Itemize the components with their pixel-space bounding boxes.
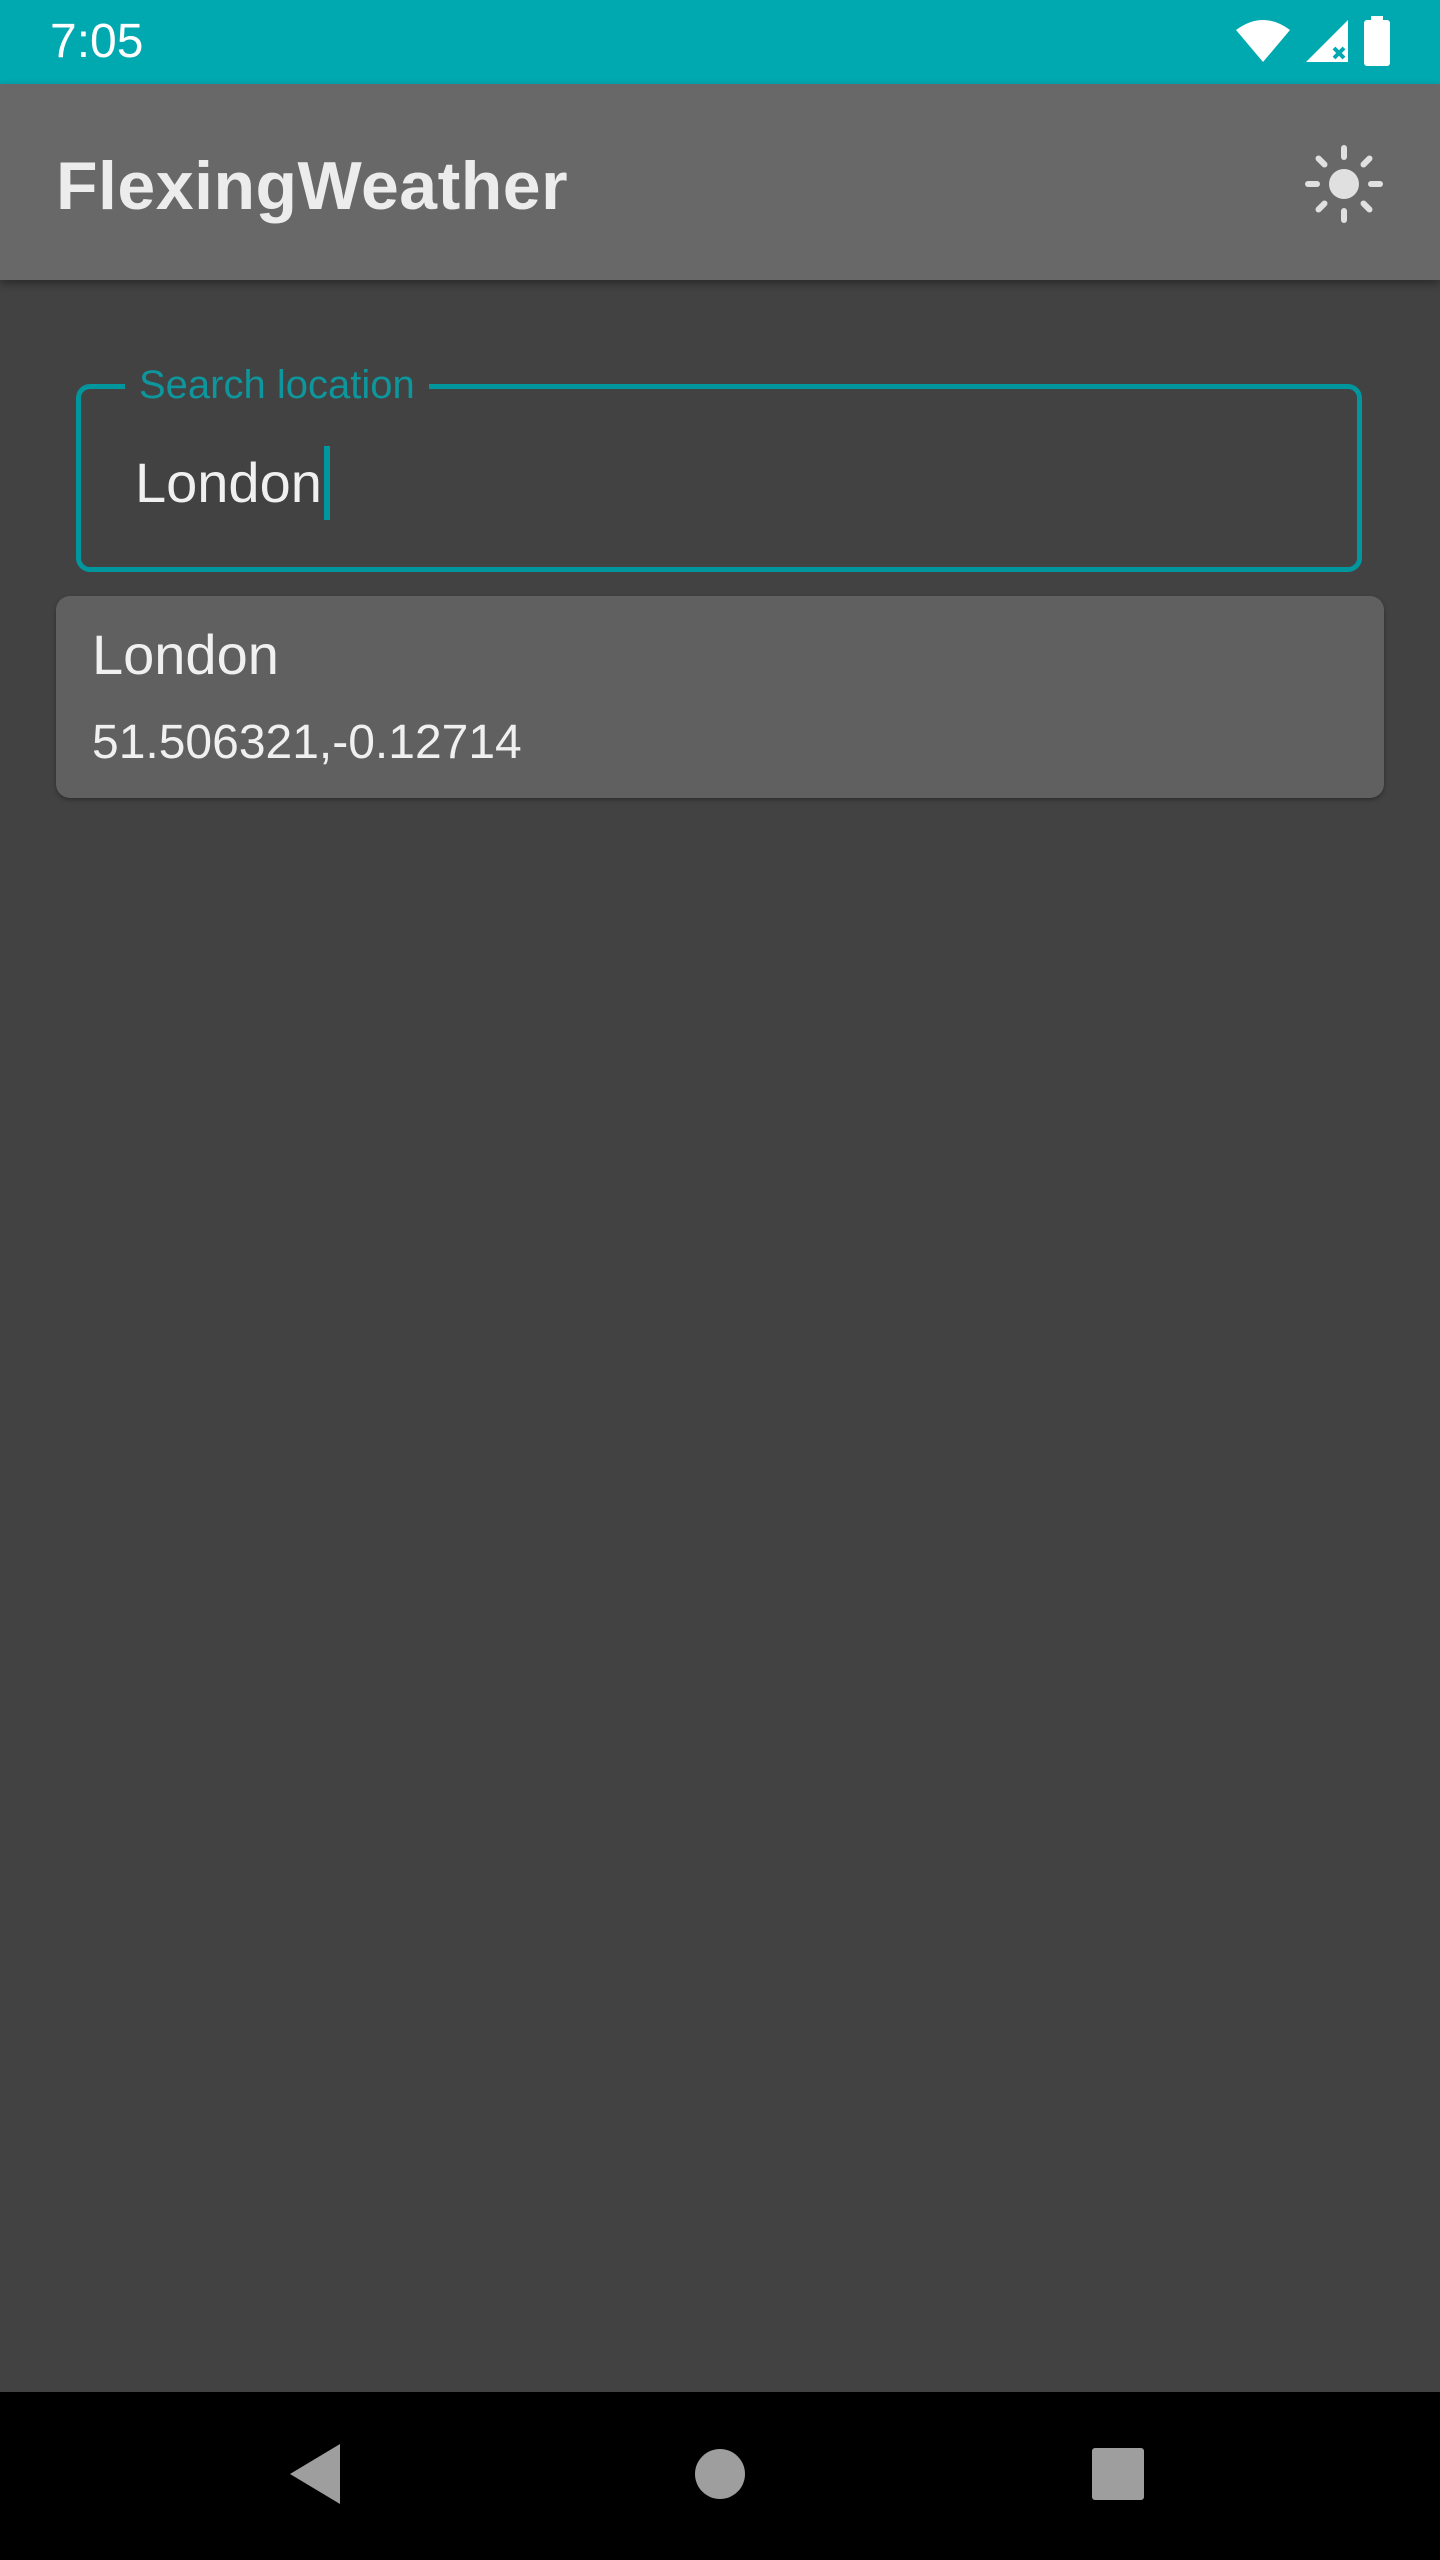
search-label: Search location (125, 357, 429, 413)
back-icon (286, 2442, 346, 2511)
search-input[interactable]: London (135, 448, 322, 518)
back-button[interactable] (276, 2436, 356, 2516)
navigation-bar (0, 2392, 1440, 2560)
home-icon (694, 2448, 746, 2505)
home-button[interactable] (680, 2436, 760, 2516)
result-name: London (92, 623, 279, 686)
sun-icon (1304, 144, 1384, 229)
wifi-icon (1234, 18, 1292, 69)
recents-button[interactable] (1078, 2436, 1158, 2516)
search-input-wrap[interactable]: London (135, 445, 330, 521)
result-coordinates: 51.506321,-0.12714 (92, 716, 522, 769)
text-caret (323, 446, 330, 520)
status-icons (1234, 15, 1392, 71)
search-location-field[interactable]: Search location London (76, 357, 1362, 572)
theme-toggle-button[interactable] (1294, 136, 1394, 236)
cell-signal-icon (1304, 18, 1350, 69)
status-time: 7:05 (50, 15, 144, 68)
location-result-item[interactable]: London 51.506321,-0.12714 (56, 596, 1384, 798)
app-bar: FlexingWeather (0, 84, 1440, 280)
status-bar: 7:05 (0, 0, 1440, 84)
app-title: FlexingWeather (56, 148, 569, 224)
recents-icon (1091, 2447, 1145, 2506)
battery-icon (1362, 15, 1392, 71)
